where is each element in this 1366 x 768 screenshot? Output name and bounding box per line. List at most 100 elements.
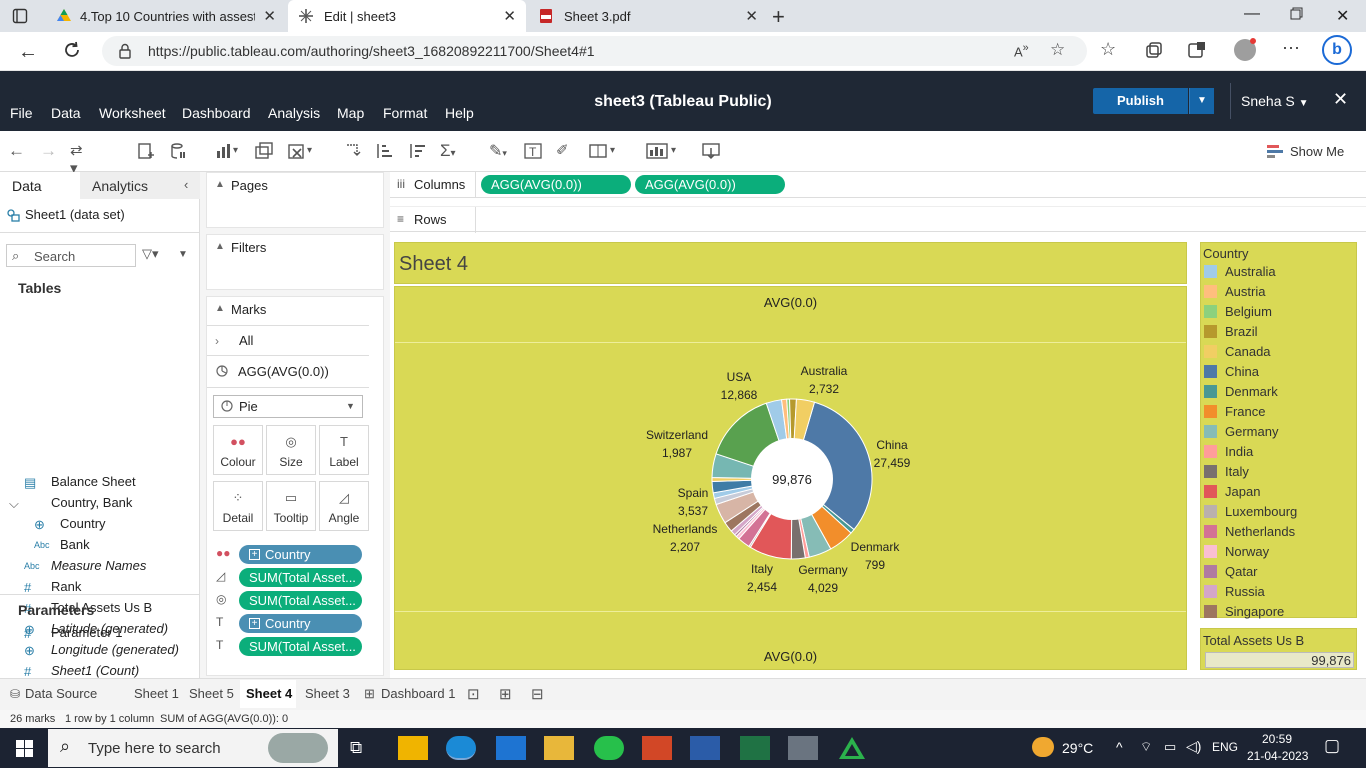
publish-button[interactable]: Publish — [1093, 88, 1188, 114]
collapse-icon[interactable]: ▲ — [215, 303, 225, 314]
mail-icon[interactable] — [496, 736, 526, 760]
user-menu[interactable]: Sneha S ▼ — [1241, 93, 1309, 109]
legend-item[interactable]: Denmark — [1204, 381, 1278, 401]
highlight-icon[interactable]: ✎▾ — [489, 141, 511, 161]
legend-item[interactable]: Germany — [1204, 421, 1278, 441]
field-item[interactable]: Sheet1 (Count) — [51, 663, 139, 678]
collapse-pane-icon[interactable]: ‹ — [184, 177, 188, 192]
tooltip-button[interactable]: ▭ Tooltip — [266, 481, 316, 531]
mark-pill[interactable]: SUM(Total Asset... — [239, 568, 362, 587]
download-icon[interactable] — [701, 141, 723, 161]
tab-data-source[interactable]: Data Source — [25, 686, 97, 701]
pane-menu-icon[interactable]: ▼ — [178, 249, 188, 260]
legend-item[interactable]: France — [1204, 401, 1265, 421]
field-item[interactable]: Longitude (generated) — [51, 642, 179, 657]
legend-item[interactable]: Norway — [1204, 541, 1269, 561]
more-icon[interactable]: ··· — [1282, 37, 1300, 58]
legend-item[interactable]: Austria — [1204, 281, 1265, 301]
network-icon[interactable]: ⌔ — [1140, 739, 1152, 755]
whatsapp-icon[interactable] — [594, 736, 624, 760]
legend-item[interactable]: Russia — [1204, 581, 1265, 601]
sort-ascending-icon[interactable] — [374, 141, 396, 161]
browser-tab-1[interactable]: Edit | sheet3 ✕ — [288, 0, 526, 32]
rows-shelf[interactable]: ≡ Rows — [390, 206, 1366, 233]
swap-icon[interactable] — [343, 141, 365, 161]
taskbar-search[interactable]: ⌕ Type here to search — [48, 729, 338, 767]
field-item[interactable]: Measure Names — [51, 558, 146, 573]
close-window-icon[interactable]: ✕ — [1336, 6, 1349, 26]
clock-date[interactable]: 21-04-2023 — [1247, 749, 1308, 763]
filters-card[interactable]: ▲ Filters — [206, 234, 384, 290]
mark-pill[interactable]: + Country — [239, 614, 362, 633]
volume-icon[interactable]: ◁) — [1186, 738, 1201, 755]
browser-essentials-icon[interactable] — [1188, 41, 1206, 59]
legend-item[interactable]: Japan — [1204, 481, 1260, 501]
word-icon[interactable] — [690, 736, 720, 760]
expand-icon[interactable]: › — [215, 334, 219, 348]
add-favorite-icon[interactable]: ☆ — [1050, 40, 1065, 60]
collapse-icon[interactable]: ▲ — [215, 179, 225, 190]
notifications-icon[interactable]: ▢ — [1324, 736, 1340, 756]
legend-item[interactable]: Brazil — [1204, 321, 1258, 341]
close-editor-icon[interactable]: ✕ — [1333, 89, 1348, 110]
field-item[interactable]: Balance Sheet — [51, 474, 136, 489]
edge-icon[interactable] — [446, 736, 476, 760]
legend-item[interactable]: Australia — [1204, 261, 1276, 281]
restore-icon[interactable] — [1290, 7, 1303, 20]
totals-icon[interactable]: Σ▾ — [440, 141, 462, 161]
sort-descending-icon[interactable] — [407, 141, 429, 161]
colour-button[interactable]: ●● Colour — [213, 425, 263, 475]
marks-agg-layer[interactable]: AGG(AVG(0.0)) — [238, 364, 329, 379]
tableau-taskbar-icon[interactable] — [838, 736, 866, 760]
tab-sheet-3[interactable]: Sheet 3 — [305, 686, 350, 701]
task-view-icon[interactable]: ⧉ — [350, 738, 362, 758]
close-tab-icon[interactable]: ✕ — [503, 7, 516, 25]
column-pill[interactable]: AGG(AVG(0.0)) — [481, 175, 631, 194]
legend-item[interactable]: Italy — [1204, 461, 1249, 481]
menu-format[interactable]: Format — [383, 105, 427, 121]
legend-item[interactable]: Qatar — [1204, 561, 1258, 581]
menu-map[interactable]: Map — [337, 105, 364, 121]
show-labels-icon[interactable]: T — [523, 141, 545, 161]
windows-start-icon[interactable] — [16, 740, 33, 757]
legend-item[interactable]: Canada — [1204, 341, 1271, 361]
detail-button[interactable]: ⁘ Detail — [213, 481, 263, 531]
menu-file[interactable]: File — [10, 105, 33, 121]
minimize-icon[interactable]: — — [1244, 5, 1260, 23]
legend-item[interactable]: India — [1204, 441, 1253, 461]
tab-dashboard-1[interactable]: Dashboard 1 — [381, 686, 455, 701]
back-icon[interactable]: ← — [18, 41, 38, 64]
menu-help[interactable]: Help — [445, 105, 474, 121]
clear-sheet-icon[interactable]: ▾ — [287, 141, 312, 161]
angle-button[interactable]: ◿ Angle — [319, 481, 369, 531]
field-item[interactable]: Bank — [60, 537, 90, 552]
fit-icon[interactable]: ▾ — [588, 141, 615, 161]
pages-card[interactable]: ▲ Pages — [206, 172, 384, 228]
pie-chart[interactable]: 99,876 USA 12,868 Australia 2,732 China 27,459… — [395, 287, 1186, 671]
format-workbook-icon[interactable]: ✐ — [556, 141, 578, 161]
new-story-tab-icon[interactable]: ⊟ — [531, 685, 544, 703]
legend-item[interactable]: Luxembourg — [1204, 501, 1297, 521]
present-icon[interactable]: ▾ — [645, 141, 676, 161]
datasource-name[interactable]: Sheet1 (data set) — [25, 207, 125, 222]
new-worksheet-icon[interactable]: ▾ — [215, 141, 238, 161]
marks-all[interactable]: All — [239, 333, 253, 348]
size-legend[interactable]: Total Assets Us B 99,876 — [1200, 628, 1357, 670]
file-explorer-icon[interactable] — [544, 736, 574, 760]
bing-icon[interactable]: b — [1322, 35, 1352, 65]
collections-icon[interactable] — [1145, 41, 1163, 59]
camera-icon[interactable] — [788, 736, 818, 760]
legend-item[interactable]: China — [1204, 361, 1259, 381]
publish-dropdown-icon[interactable]: ▼ — [1189, 88, 1214, 114]
new-worksheet-tab-icon[interactable]: ⊡ — [467, 685, 480, 703]
column-pill[interactable]: AGG(AVG(0.0)) — [635, 175, 785, 194]
browser-tab-2[interactable]: Sheet 3.pdf ✕ — [528, 0, 768, 32]
new-tab-icon[interactable]: + — [772, 4, 785, 30]
favorites-icon[interactable]: ☆ — [1100, 39, 1116, 60]
parameter-item[interactable]: Parameter 1 — [51, 625, 123, 640]
menu-dashboard[interactable]: Dashboard — [182, 105, 251, 121]
redo-icon[interactable]: → — [40, 141, 62, 161]
show-me-button[interactable]: Show Me — [1290, 144, 1344, 159]
field-item[interactable]: Country — [60, 516, 106, 531]
label-button[interactable]: T Label — [319, 425, 369, 475]
